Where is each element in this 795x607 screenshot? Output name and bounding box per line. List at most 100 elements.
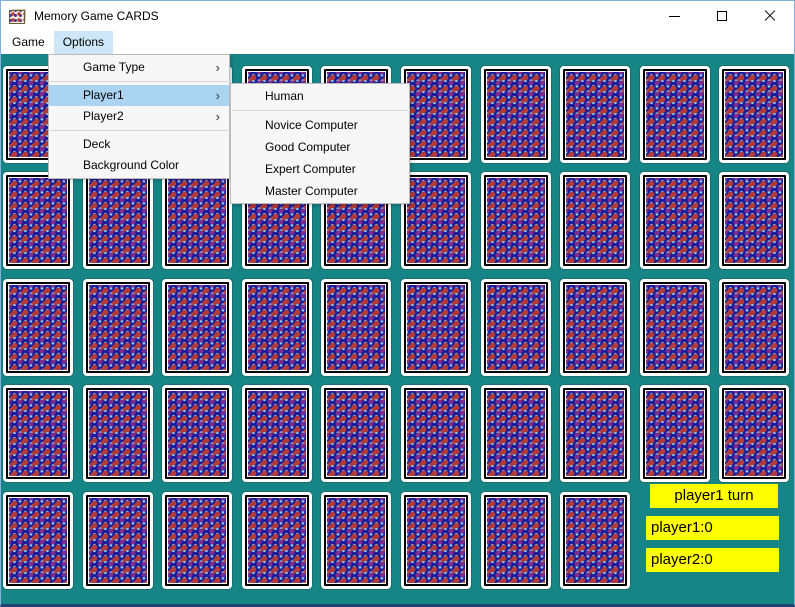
card-back-pattern <box>89 178 147 263</box>
card-back[interactable] <box>640 279 710 376</box>
card-frame <box>484 282 548 373</box>
card-back[interactable] <box>83 172 153 269</box>
card-back-pattern <box>407 285 465 370</box>
card-back[interactable] <box>3 492 73 589</box>
card-back[interactable] <box>162 385 232 482</box>
card-back[interactable] <box>640 172 710 269</box>
card-back[interactable] <box>481 172 551 269</box>
card-frame <box>6 388 70 479</box>
menu-item-deck[interactable]: Deck <box>49 134 229 155</box>
menu-item-player2[interactable]: Player2 <box>49 106 229 127</box>
card-back[interactable] <box>162 279 232 376</box>
card-back[interactable] <box>560 492 630 589</box>
card-back[interactable] <box>719 172 789 269</box>
card-back-pattern <box>725 72 783 157</box>
card-back[interactable] <box>640 385 710 482</box>
card-frame <box>563 175 627 266</box>
card-frame <box>643 175 707 266</box>
card-back-pattern <box>725 391 783 476</box>
card-back[interactable] <box>162 492 232 589</box>
card-back-pattern <box>566 178 624 263</box>
card-back[interactable] <box>401 279 471 376</box>
card-back[interactable] <box>3 385 73 482</box>
titlebar: Memory Game CARDS <box>1 1 794 31</box>
card-back[interactable] <box>719 385 789 482</box>
menu-item-background-color[interactable]: Background Color <box>49 155 229 176</box>
card-back[interactable] <box>560 385 630 482</box>
card-back-pattern <box>168 498 226 583</box>
menu-item-label: Novice Computer <box>265 118 358 132</box>
card-back[interactable] <box>719 279 789 376</box>
card-back[interactable] <box>560 172 630 269</box>
maximize-button[interactable] <box>698 1 746 31</box>
card-back[interactable] <box>83 385 153 482</box>
turn-indicator: player1 turn <box>650 484 778 508</box>
card-back-pattern <box>9 285 67 370</box>
card-back-pattern <box>566 285 624 370</box>
card-back[interactable] <box>640 66 710 163</box>
app-cards-icon <box>9 9 25 24</box>
card-frame <box>484 388 548 479</box>
card-back[interactable] <box>560 66 630 163</box>
card-back-pattern <box>89 391 147 476</box>
card-back-pattern <box>487 285 545 370</box>
card-back[interactable] <box>242 385 312 482</box>
menu-item-master-computer[interactable]: Master Computer <box>231 180 409 202</box>
card-frame <box>245 388 309 479</box>
card-back[interactable] <box>321 492 391 589</box>
card-back[interactable] <box>162 172 232 269</box>
card-back-pattern <box>327 391 385 476</box>
card-back[interactable] <box>481 385 551 482</box>
card-frame <box>643 69 707 160</box>
card-back-pattern <box>487 72 545 157</box>
card-frame <box>484 175 548 266</box>
card-back[interactable] <box>401 172 471 269</box>
card-back[interactable] <box>83 279 153 376</box>
card-frame <box>722 175 786 266</box>
card-back[interactable] <box>401 66 471 163</box>
card-frame <box>245 282 309 373</box>
card-frame <box>722 282 786 373</box>
card-back[interactable] <box>481 492 551 589</box>
card-back-pattern <box>9 391 67 476</box>
card-back[interactable] <box>321 279 391 376</box>
card-back[interactable] <box>401 385 471 482</box>
close-button[interactable] <box>746 1 794 31</box>
card-frame <box>563 495 627 586</box>
card-back[interactable] <box>83 492 153 589</box>
menu-item-player1[interactable]: Player1 <box>49 85 229 106</box>
card-frame <box>563 69 627 160</box>
minimize-button[interactable] <box>650 1 698 31</box>
card-back[interactable] <box>321 385 391 482</box>
card-back[interactable] <box>481 279 551 376</box>
card-back-pattern <box>327 285 385 370</box>
card-back[interactable] <box>560 279 630 376</box>
card-back[interactable] <box>481 66 551 163</box>
card-back[interactable] <box>3 279 73 376</box>
menu-item-human[interactable]: Human <box>231 85 409 107</box>
menu-options[interactable]: Options <box>53 31 114 54</box>
card-back[interactable] <box>242 279 312 376</box>
card-back[interactable] <box>719 66 789 163</box>
submenu-arrow-icon <box>216 106 220 127</box>
card-frame <box>165 175 229 266</box>
menu-item-label: Player1 <box>83 88 124 102</box>
menu-item-expert-computer[interactable]: Expert Computer <box>231 158 409 180</box>
card-back[interactable] <box>3 172 73 269</box>
card-back[interactable] <box>242 492 312 589</box>
card-back-pattern <box>487 178 545 263</box>
card-frame <box>86 388 150 479</box>
menu-item-label: Expert Computer <box>265 162 356 176</box>
card-frame <box>404 282 468 373</box>
menu-item-label: Deck <box>83 137 111 151</box>
options-dropdown-menu: Game Type Player1 Player2 Deck Backgroun… <box>48 54 230 179</box>
card-back[interactable] <box>401 492 471 589</box>
menu-item-game-type[interactable]: Game Type <box>49 57 229 78</box>
menu-separator <box>50 81 228 82</box>
menu-item-novice-computer[interactable]: Novice Computer <box>231 114 409 136</box>
menu-item-good-computer[interactable]: Good Computer <box>231 136 409 158</box>
card-frame <box>324 282 388 373</box>
menu-item-label: Human <box>265 89 304 103</box>
menu-game[interactable]: Game <box>3 31 54 54</box>
card-frame <box>6 175 70 266</box>
